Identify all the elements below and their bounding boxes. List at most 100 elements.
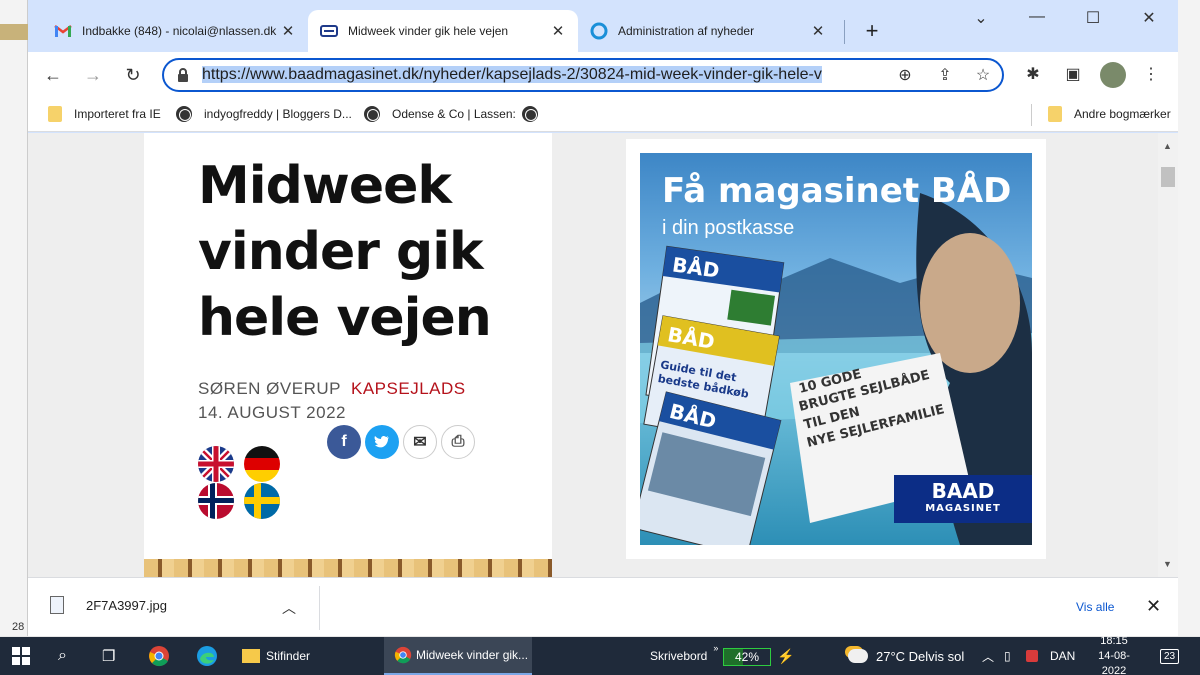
maximize-icon[interactable]: ☐ [1078, 8, 1108, 28]
bookmark-indyogfreddy[interactable]: indyogfreddy | Bloggers D... [176, 106, 352, 122]
zoom-icon[interactable]: ⊕ [894, 65, 916, 87]
clock-date: 14-08-2022 [1098, 649, 1130, 675]
close-tab-icon[interactable]: ✕ [810, 22, 826, 40]
weather-text: 27°C Delvis sol [876, 648, 965, 664]
taskbar-chrome-window[interactable]: Midweek vinder gik... [384, 637, 532, 675]
show-hidden-icons[interactable]: ︿ [982, 637, 994, 675]
plug-icon: ⚡ [777, 647, 795, 664]
globe-icon [364, 106, 380, 122]
new-tab-icon[interactable]: + [860, 18, 884, 44]
battery-percent: 42% [734, 650, 760, 664]
magazine-ad[interactable]: 10 GODE BRUGTE SEJLBÅDE TIL DEN NYE SEJL… [640, 153, 1032, 545]
twitter-share-icon[interactable] [365, 425, 399, 459]
tab-title: Midweek vinder gik hele vejen [348, 24, 509, 38]
web-page: Midweek vinder gik hele vejen SØREN ØVER… [28, 133, 1178, 577]
forward-icon[interactable]: → [80, 62, 106, 88]
share-icon[interactable]: ⇪ [934, 65, 956, 87]
globe-icon [522, 106, 538, 122]
globe-icon [176, 106, 192, 122]
bookmark-label: Odense & Co | Lassen: [392, 107, 516, 121]
folder-icon [242, 649, 260, 663]
tab-gmail[interactable]: Indbakke (848) - nicolai@nlassen.dk - / … [42, 10, 308, 52]
task-view-icon[interactable]: ❐ [102, 637, 115, 675]
circle-icon [590, 22, 608, 40]
other-bookmarks[interactable]: Andre bogmærker [1048, 106, 1171, 122]
tray-device-icon[interactable]: ▯ [1004, 637, 1011, 675]
background-window-right [1178, 0, 1200, 636]
download-item[interactable]: 2F7A3997.jpg [50, 596, 167, 614]
background-app-window: 28 [0, 0, 28, 636]
close-window-icon[interactable]: ✕ [1134, 8, 1164, 28]
page-scrollbar[interactable]: ▲ ▼ [1158, 133, 1178, 577]
browser-window: Indbakke (848) - nicolai@nlassen.dk - / … [28, 0, 1178, 636]
chrome-icon [394, 646, 412, 664]
germany-flag-icon[interactable] [244, 446, 280, 482]
chevron-up-icon[interactable]: ︿ [282, 598, 296, 618]
notifications-icon[interactable]: 23 [1160, 637, 1180, 675]
bookmarks-separator [1031, 104, 1032, 126]
clock[interactable]: 18:15 14-08-2022 [1086, 635, 1142, 675]
language-indicator[interactable]: DAN [1050, 637, 1075, 675]
tab-article[interactable]: Midweek vinder gik hele vejen ✕ [308, 10, 578, 52]
scroll-down-icon[interactable]: ▼ [1163, 559, 1172, 569]
menu-icon[interactable]: ⋮ [1140, 64, 1162, 86]
uk-flag-icon[interactable] [198, 446, 234, 482]
downloads-bar: 2F7A3997.jpg ︿ Vis alle ✕ [28, 577, 1178, 636]
show-all-downloads-link[interactable]: Vis alle [1076, 600, 1114, 614]
downloads-separator [319, 586, 320, 630]
folder-icon [1048, 106, 1062, 122]
facebook-share-icon[interactable]: f [327, 425, 361, 459]
profile-avatar[interactable] [1100, 62, 1126, 88]
logo-line1: BAAD [931, 479, 995, 503]
bookmark-odense[interactable]: Odense & Co | Lassen: [364, 106, 516, 122]
taskbar-file-explorer[interactable]: Stifinder [242, 637, 310, 675]
email-share-icon[interactable]: ✉ [403, 425, 437, 459]
close-tab-icon[interactable]: ✕ [550, 22, 566, 40]
bookmark-folder-ie[interactable]: Importeret fra IE [48, 106, 161, 122]
chrome-icon[interactable] [148, 637, 170, 675]
download-filename: 2F7A3997.jpg [86, 597, 167, 613]
reload-icon[interactable]: ↻ [120, 62, 146, 88]
article-category[interactable]: KAPSEJLADS [351, 379, 466, 399]
minimize-icon[interactable]: — [1022, 8, 1052, 26]
print-icon[interactable]: ⎙ [441, 425, 475, 459]
norway-flag-icon[interactable] [198, 483, 234, 519]
scroll-up-icon[interactable]: ▲ [1163, 141, 1172, 151]
chevron-right-icon[interactable]: » [713, 643, 718, 653]
search-icon[interactable]: ⌕ [58, 637, 67, 675]
address-bar[interactable]: https://www.baadmagasinet.dk/nyheder/kap… [162, 58, 1004, 92]
article-column: Midweek vinder gik hele vejen SØREN ØVER… [144, 133, 552, 577]
ad-subtitle: i din postkasse [662, 217, 795, 239]
folder-icon [48, 106, 62, 122]
image-file-icon [50, 596, 64, 614]
logo-line2: MAGASINET [925, 503, 1001, 514]
windows-start-icon[interactable] [12, 637, 30, 675]
chrome-window-label: Midweek vinder gik... [416, 648, 529, 662]
close-tab-icon[interactable]: ✕ [280, 22, 296, 40]
bookmark-globe[interactable] [522, 106, 550, 122]
bookmark-star-icon[interactable]: ☆ [972, 65, 994, 87]
scroll-thumb[interactable] [1161, 167, 1175, 187]
battery-indicator[interactable]: 42% [723, 648, 771, 666]
tab-search-icon[interactable]: ⌄ [966, 8, 996, 28]
article-headline: Midweek vinder gik hele vejen [198, 153, 538, 351]
taskbar: ⌕ ❐ Stifinder Midweek vinder gik... Skri… [0, 635, 1200, 675]
back-icon[interactable]: ← [40, 62, 66, 88]
headline-line: Midweek [198, 156, 452, 216]
edge-icon[interactable] [196, 637, 218, 675]
weather-widget[interactable]: 27°C Delvis sol [848, 637, 964, 675]
article-author[interactable]: SØREN ØVERUP [198, 379, 341, 399]
side-panel-icon[interactable]: ▣ [1062, 64, 1084, 86]
desktop-toolbar[interactable]: Skrivebord » [650, 637, 718, 675]
url-text[interactable]: https://www.baadmagasinet.dk/nyheder/kap… [202, 66, 880, 84]
tab-strip: Indbakke (848) - nicolai@nlassen.dk - / … [28, 0, 1178, 52]
sweden-flag-icon[interactable] [244, 483, 280, 519]
extensions-icon[interactable]: ✱ [1022, 64, 1044, 86]
page-icon [320, 22, 338, 40]
article-date: 14. AUGUST 2022 [198, 403, 346, 422]
close-downloads-icon[interactable]: ✕ [1146, 596, 1161, 617]
tray-calendar-icon[interactable] [1026, 637, 1038, 675]
bookmark-label: Importeret fra IE [74, 107, 161, 121]
tab-admin[interactable]: Administration af nyheder ✕ [578, 10, 838, 52]
lock-icon [176, 67, 190, 83]
